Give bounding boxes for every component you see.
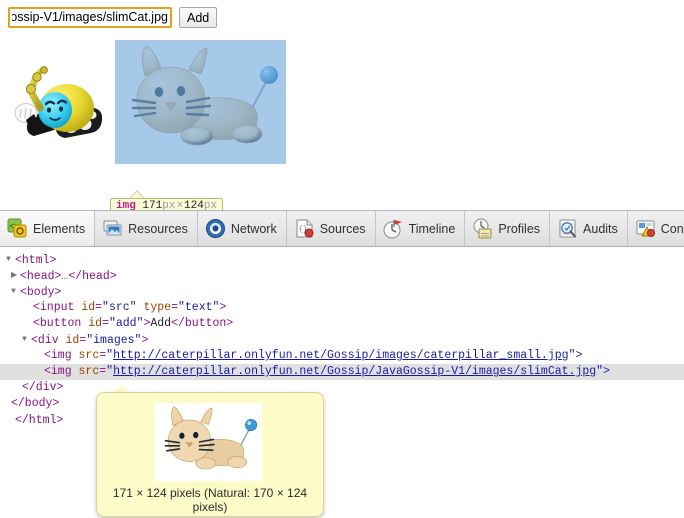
input-val-type: "text" [177, 301, 220, 314]
button-tag: button [39, 317, 82, 330]
sources-icon: {} [296, 219, 314, 238]
network-icon [205, 219, 225, 238]
tab-sources-label: Sources [319, 221, 366, 236]
slim-cat-image[interactable] [115, 40, 286, 164]
image-preview-popup: 171 × 124 pixels (Natural: 170 × 124 pix… [96, 392, 324, 517]
caterpillar-robot-image[interactable] [10, 56, 104, 146]
rendered-page: Add [0, 0, 684, 216]
disclosure-triangle-collapsed[interactable]: ▶ [11, 268, 20, 284]
img1-src-link[interactable]: http://caterpillar.onlyfun.net/Gossip/im… [113, 349, 568, 362]
tab-profiles-label: Profiles [498, 221, 541, 236]
div-val-id: "images" [86, 334, 142, 348]
audits-icon [559, 219, 577, 238]
tab-network-label: Network [230, 221, 277, 236]
image-add-form: Add [8, 7, 218, 28]
tab-elements[interactable]: <> Elements [0, 211, 96, 246]
head-tag-open: <head> [20, 270, 62, 284]
div-attr-id: id [65, 334, 80, 348]
img1-tail: "> [568, 349, 583, 362]
img1-lt: < [44, 349, 51, 362]
head-tag-close: </head> [68, 270, 117, 284]
dom-row-div-images[interactable]: ▼ <div id="images"> [0, 332, 684, 348]
timeline-icon [383, 220, 402, 239]
tab-console[interactable]: Console [628, 211, 684, 246]
dom-row-input[interactable]: <input id="src" type="text"> [0, 300, 684, 316]
tab-elements-label: Elements [33, 221, 86, 236]
src-input[interactable] [8, 7, 172, 28]
dom-row-head[interactable]: ▶ <head>…</head> [0, 268, 684, 284]
input-tag: input [39, 301, 75, 314]
tab-network[interactable]: Network [198, 211, 287, 246]
add-button[interactable]: Add [179, 7, 218, 28]
img1-attr-src: src [78, 349, 100, 362]
div-close-tag: </div> [22, 381, 64, 394]
input-lt: < [33, 301, 40, 314]
body-close-tag: </body> [11, 397, 60, 410]
dom-row-html-open[interactable]: ▼ <html> [0, 252, 684, 268]
profiles-icon [473, 218, 492, 239]
input-gt: > [219, 301, 227, 314]
dom-row-button[interactable]: <button id="add">Add</button> [0, 316, 684, 332]
html-tag: <html> [15, 254, 57, 268]
html-close-tag: </html> [15, 414, 64, 428]
dom-row-body-open[interactable]: ▼ <body> [0, 284, 684, 300]
image-preview-thumbnail [154, 403, 262, 481]
input-attr-id: id [81, 301, 96, 314]
input-attr-type: type [143, 301, 172, 314]
tab-resources-label: Resources [128, 221, 188, 236]
disclosure-triangle-expanded[interactable]: ▼ [6, 252, 15, 268]
input-val-id: "src" [102, 301, 137, 314]
img1-tag: img [50, 349, 72, 362]
div-gt: > [141, 334, 149, 348]
button-val-id: "add" [108, 317, 144, 330]
tab-resources[interactable]: Resources [95, 211, 198, 246]
slim-cat-graphic [115, 40, 286, 164]
tab-audits[interactable]: Audits [550, 211, 628, 246]
tab-sources[interactable]: {} Sources [287, 211, 376, 246]
tab-timeline-label: Timeline [408, 221, 456, 236]
image-preview-caption: 171 × 124 pixels (Natural: 170 × 124 pix… [112, 486, 308, 514]
div-tag: div [37, 334, 59, 348]
img2-attr-src: src [78, 365, 100, 378]
console-icon [636, 220, 655, 238]
devtools-tabbar: <> Elements Resources Network [0, 211, 684, 247]
tab-timeline[interactable]: Timeline [376, 211, 466, 246]
body-tag: <body> [20, 286, 62, 300]
dom-row-img-caterpillar[interactable]: <img src="http://caterpillar.onlyfun.net… [0, 348, 684, 364]
button-lt: < [33, 317, 40, 330]
button-close: </button> [171, 317, 234, 330]
slim-cat-preview-graphic [154, 403, 262, 481]
disclosure-triangle-expanded[interactable]: ▼ [11, 284, 20, 300]
elements-icon: <> [7, 218, 27, 238]
tab-console-label: Console [660, 221, 684, 236]
resources-icon [103, 220, 122, 236]
img2-tag: img [50, 365, 72, 378]
dom-row-img-slimcat[interactable]: <img src="http://caterpillar.onlyfun.net… [0, 364, 684, 380]
img2-src-link[interactable]: http://caterpillar.onlyfun.net/Gossip/Ja… [113, 365, 596, 378]
div-lt: < [31, 334, 38, 348]
img2-tail: "> [596, 365, 610, 378]
tab-audits-label: Audits [583, 221, 618, 236]
img2-lt: < [44, 365, 51, 378]
disclosure-triangle-expanded[interactable]: ▼ [22, 332, 31, 348]
button-text: Add [150, 317, 172, 330]
button-attr-id: id [88, 317, 103, 330]
tab-profiles[interactable]: Profiles [465, 211, 551, 246]
